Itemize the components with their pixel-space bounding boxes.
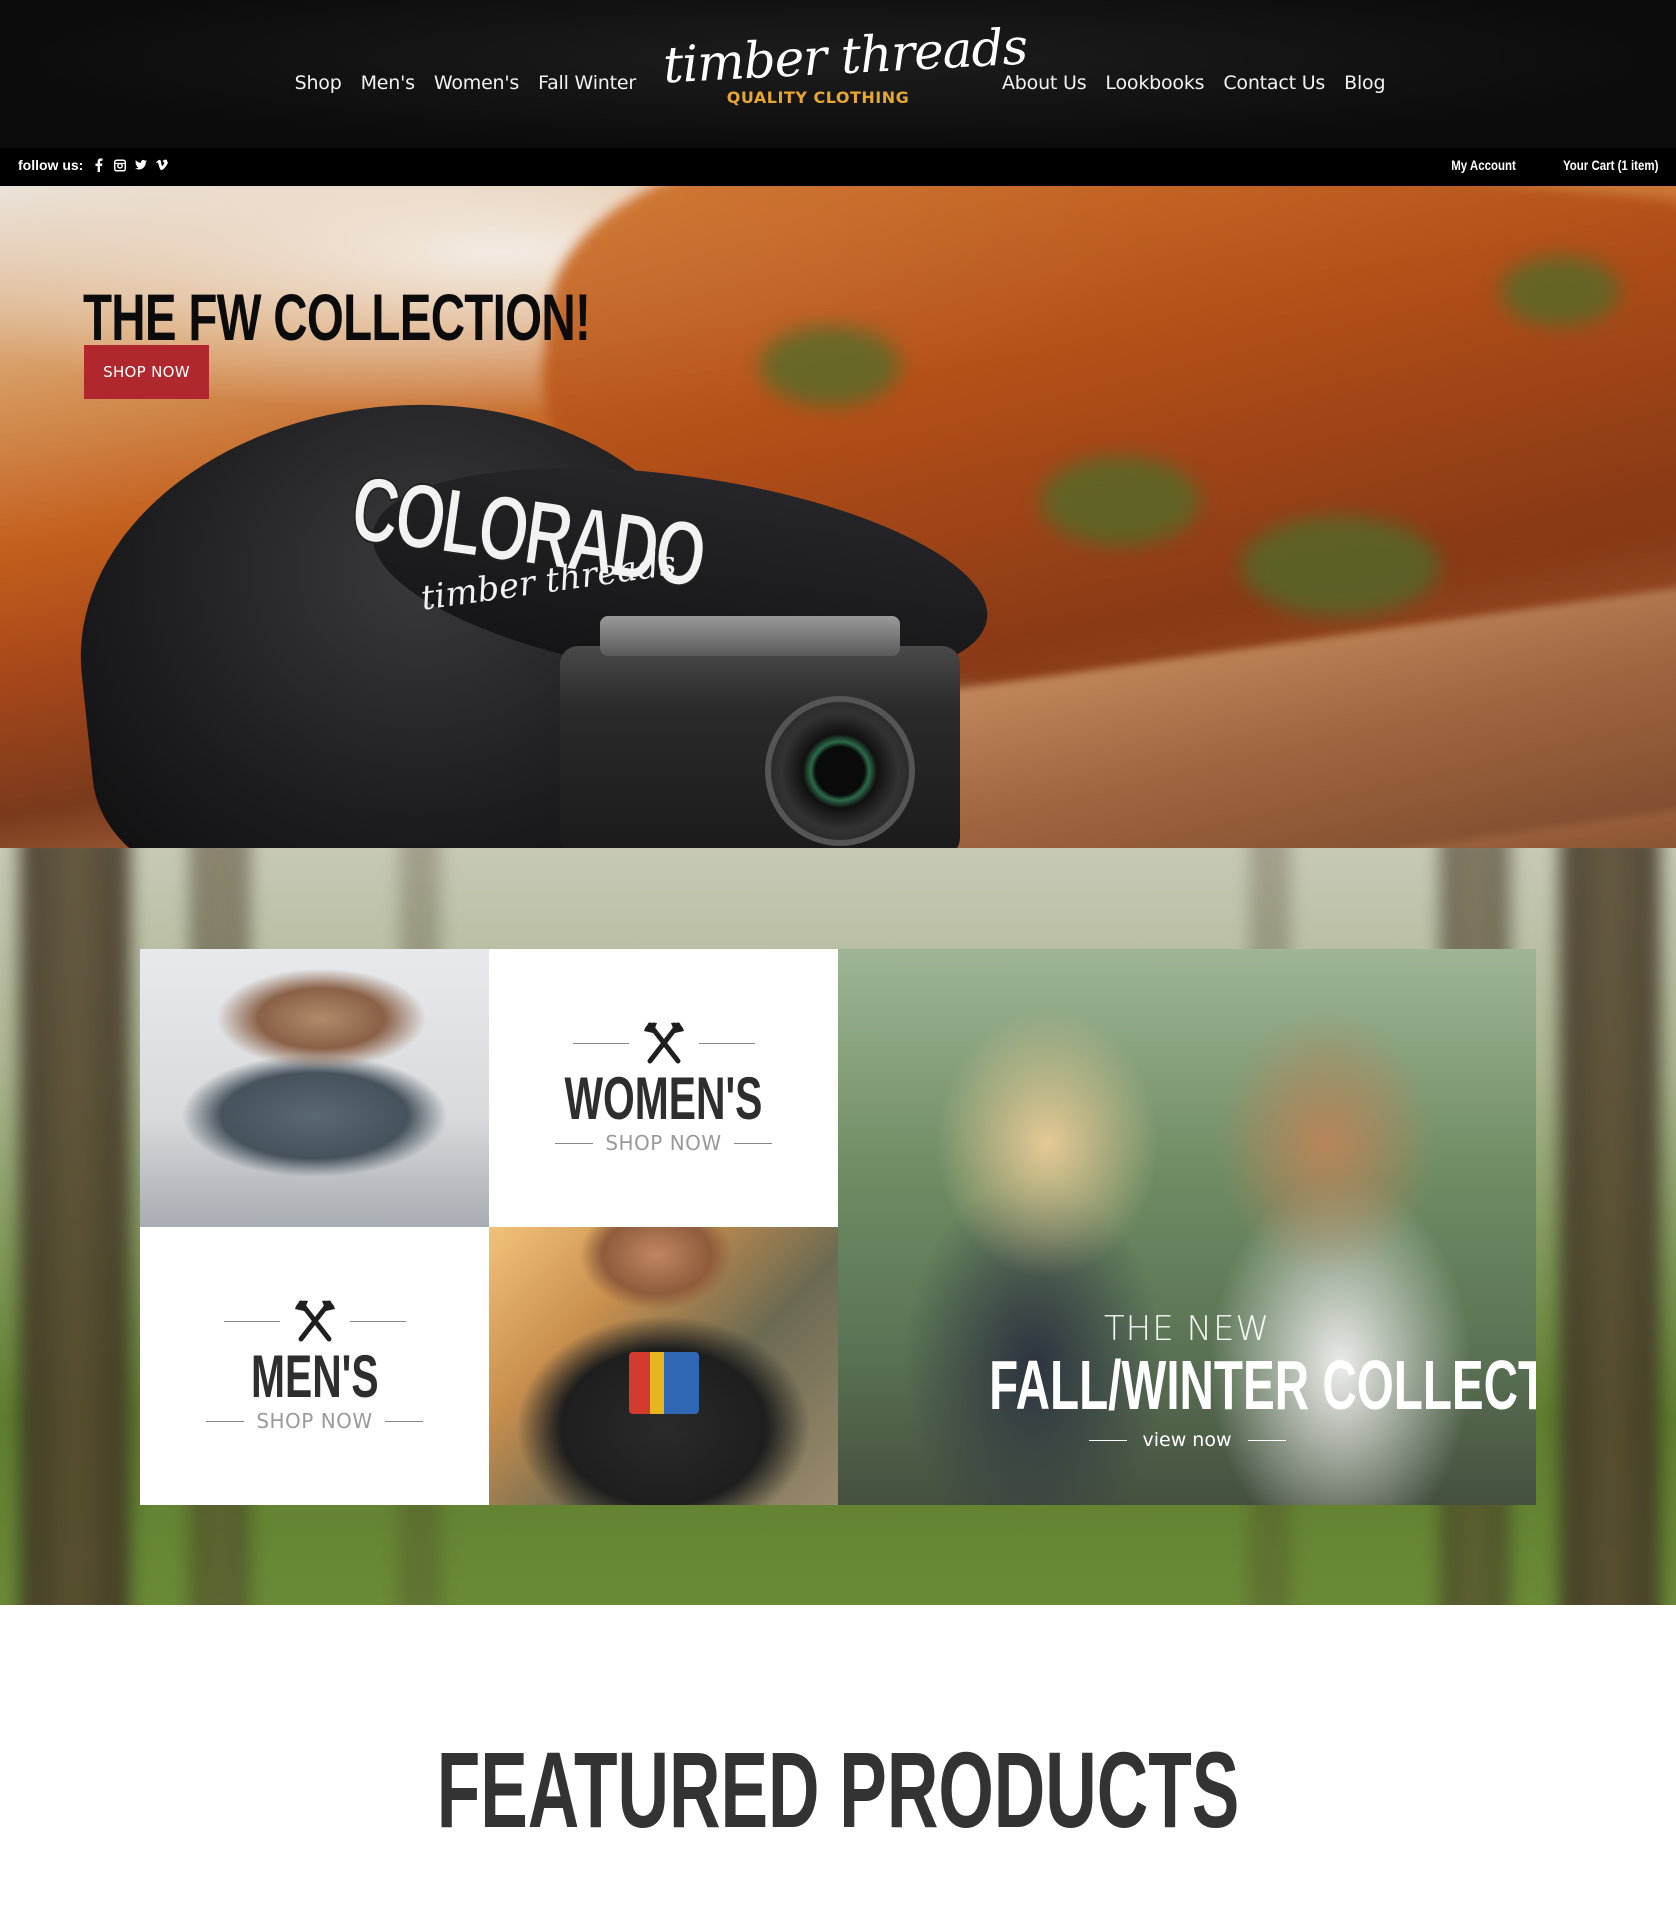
womens-photo-tile[interactable] (140, 949, 489, 1227)
divider-line (698, 1042, 755, 1044)
womens-shop-now-link[interactable]: SHOP NOW (605, 1131, 721, 1155)
divider-line (384, 1420, 423, 1422)
camera-top-plate (600, 616, 900, 656)
account-links: My Account Your Cart (1 item) (1437, 157, 1658, 173)
follow-label: follow us: (18, 157, 84, 173)
nav-about-us[interactable]: About Us (1002, 72, 1087, 94)
main-nav-left: Shop Men's Women's Fall Winter (295, 72, 637, 94)
fall-winter-collection-tile[interactable]: THE NEW FALL/WINTER COLLECTION view now (838, 949, 1536, 1505)
divider-line (206, 1420, 245, 1422)
hero-foliage (1240, 516, 1440, 616)
womens-cta-row: SHOP NOW (555, 1131, 772, 1155)
mens-cta-row: SHOP NOW (206, 1409, 423, 1433)
logo-wordmark: timber threads (661, 17, 1029, 95)
hero-camera-image (560, 616, 960, 848)
fall-winter-overlay: THE NEW FALL/WINTER COLLECTION view now (838, 1309, 1536, 1451)
instagram-icon[interactable] (114, 158, 127, 172)
cart-link[interactable]: Your Cart (1 item) (1563, 157, 1658, 173)
main-nav-right: About Us Lookbooks Contact Us Blog (1002, 72, 1386, 94)
twitter-icon[interactable] (135, 158, 148, 172)
divider-line (572, 1042, 629, 1044)
divider-line (733, 1142, 772, 1144)
category-grid: WOMEN'S SHOP NOW MEN'S SHOP NOW THE NEW … (140, 949, 1536, 1505)
featured-products-title: FEATURED PRODUCTS (436, 1729, 1240, 1850)
nav-shop[interactable]: Shop (295, 72, 342, 94)
my-account-link[interactable]: My Account (1451, 157, 1516, 173)
crossed-axes-icon (643, 1022, 684, 1064)
featured-products-section: FEATURED PRODUCTS (0, 1605, 1676, 1905)
camera-lens (765, 696, 915, 846)
divider-line (1088, 1439, 1127, 1441)
crossed-axes-icon (294, 1300, 335, 1342)
divider-line (555, 1142, 594, 1144)
colorado-flag-shirt-graphic (629, 1352, 699, 1414)
mens-category-tile[interactable]: MEN'S SHOP NOW (140, 1227, 489, 1505)
hero-foliage (1500, 256, 1620, 326)
womens-title: WOMEN'S (564, 1065, 763, 1132)
vimeo-icon[interactable] (156, 158, 169, 172)
nav-lookbooks[interactable]: Lookbooks (1105, 72, 1204, 94)
womens-category-tile[interactable]: WOMEN'S SHOP NOW (489, 949, 838, 1227)
site-header: Shop Men's Women's Fall Winter timber th… (0, 0, 1676, 148)
featured-products-heading: FEATURED PRODUCTS (0, 1735, 1676, 1845)
forest-tree (1560, 848, 1660, 1605)
nav-contact-us[interactable]: Contact Us (1223, 72, 1325, 94)
fall-winter-view-now-link[interactable]: view now (1143, 1429, 1232, 1451)
forest-tree (20, 848, 130, 1605)
divider-line (223, 1320, 280, 1322)
nav-womens[interactable]: Women's (434, 72, 519, 94)
hero-foliage (1040, 456, 1200, 546)
utility-bar: follow us: My Account Your Cart (1 item) (0, 148, 1676, 186)
womens-icon-row (572, 1021, 755, 1065)
hero-shop-now-button[interactable]: SHOP NOW (84, 345, 209, 399)
mens-icon-row (223, 1299, 406, 1343)
mens-shop-now-link[interactable]: SHOP NOW (256, 1409, 372, 1433)
nav-blog[interactable]: Blog (1344, 72, 1385, 94)
nav-mens[interactable]: Men's (361, 72, 415, 94)
fall-winter-subtitle: THE NEW (1103, 1309, 1271, 1349)
facebook-icon[interactable] (93, 158, 105, 172)
fall-winter-title: FALL/WINTER COLLECTION (989, 1346, 1536, 1424)
social-links (93, 158, 169, 172)
divider-line (1247, 1439, 1286, 1441)
hero-title: THE FW COLLECTION! (83, 280, 591, 354)
site-logo[interactable]: timber threads QUALITY CLOTHING (662, 18, 1029, 107)
hero-banner: COLORADO timber threads THE FW COLLECTIO… (0, 186, 1676, 848)
category-section: WOMEN'S SHOP NOW MEN'S SHOP NOW THE NEW … (0, 848, 1676, 1605)
follow-us: follow us: (18, 157, 169, 173)
divider-line (349, 1320, 406, 1322)
mens-photo-tile[interactable] (489, 1227, 838, 1505)
fall-winter-cta-row: view now (838, 1429, 1536, 1451)
nav-fall-winter[interactable]: Fall Winter (538, 72, 636, 94)
mens-title: MEN'S (250, 1343, 379, 1410)
